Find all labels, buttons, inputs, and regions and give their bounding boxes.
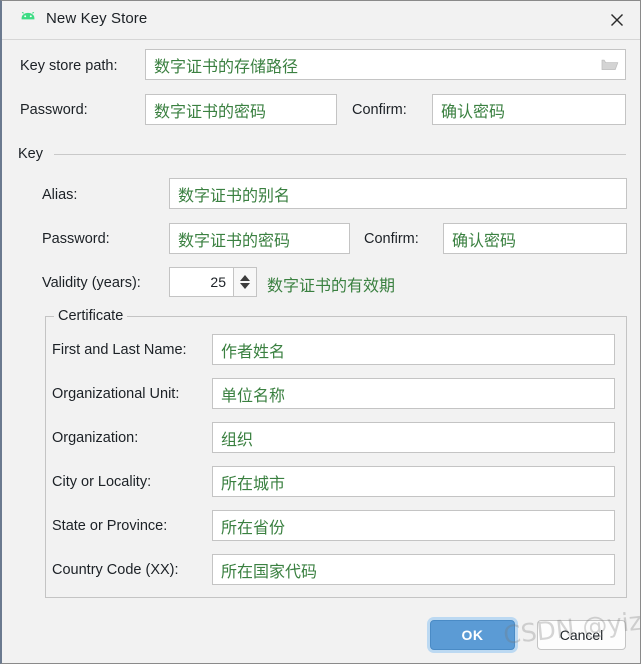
- close-icon[interactable]: [594, 1, 640, 39]
- cancel-button[interactable]: Cancel: [537, 620, 626, 650]
- key-confirm-input[interactable]: 确认密码: [443, 223, 627, 254]
- certificate-group-title: Certificate: [54, 308, 128, 324]
- key-password-value: 数字证书的密码: [178, 232, 291, 250]
- key-store-path-input[interactable]: 数字证书的存储路径: [145, 49, 626, 80]
- folder-icon[interactable]: [599, 55, 621, 75]
- key-password-label: Password:: [42, 231, 110, 247]
- cert-city-locality-label: City or Locality:: [52, 474, 152, 490]
- cert-city-locality-value: 所在城市: [221, 475, 286, 493]
- chevron-down-icon[interactable]: [240, 283, 250, 289]
- key-password-input[interactable]: 数字证书的密码: [169, 223, 350, 254]
- validity-label: Validity (years):: [42, 275, 141, 291]
- new-key-store-dialog: New Key Store Key store path: 数字证书的存储路径 …: [0, 0, 641, 664]
- cert-country-code-label: Country Code (XX):: [52, 562, 179, 578]
- key-store-confirm-label: Confirm:: [352, 102, 407, 118]
- key-alias-label: Alias:: [42, 187, 78, 203]
- title-bar: New Key Store: [2, 1, 640, 40]
- key-alias-input[interactable]: 数字证书的别名: [169, 178, 627, 209]
- cert-country-code-input[interactable]: 所在国家代码: [212, 554, 615, 585]
- cert-first-last-name-input[interactable]: 作者姓名: [212, 334, 615, 365]
- cert-state-province-value: 所在省份: [221, 519, 286, 537]
- validity-spinner-arrows[interactable]: [233, 268, 256, 296]
- key-store-path-value: 数字证书的存储路径: [154, 58, 299, 76]
- key-store-confirm-input[interactable]: 确认密码: [432, 94, 626, 125]
- cert-first-last-name-value: 作者姓名: [221, 343, 286, 361]
- chevron-up-icon[interactable]: [240, 275, 250, 281]
- key-confirm-value: 确认密码: [452, 232, 517, 250]
- cert-organizational-unit-input[interactable]: 单位名称: [212, 378, 615, 409]
- window-title: New Key Store: [46, 10, 148, 27]
- ok-button[interactable]: OK: [430, 620, 515, 650]
- cert-state-province-label: State or Province:: [52, 518, 168, 534]
- key-store-password-input[interactable]: 数字证书的密码: [145, 94, 337, 125]
- validity-stepper[interactable]: 25: [169, 267, 257, 297]
- cert-organization-value: 组织: [221, 431, 254, 449]
- cert-organization-label: Organization:: [52, 430, 139, 446]
- key-store-confirm-value: 确认密码: [441, 103, 506, 121]
- cert-organization-input[interactable]: 组织: [212, 422, 615, 453]
- cert-organizational-unit-value: 单位名称: [221, 387, 286, 405]
- cert-city-locality-input[interactable]: 所在城市: [212, 466, 615, 497]
- key-store-password-value: 数字证书的密码: [154, 103, 267, 121]
- validity-hint: 数字证书的有效期: [267, 278, 396, 295]
- cert-first-last-name-label: First and Last Name:: [52, 342, 187, 358]
- key-confirm-label: Confirm:: [364, 231, 419, 247]
- key-store-path-label: Key store path:: [20, 58, 118, 74]
- cert-country-code-value: 所在国家代码: [221, 563, 318, 581]
- android-robot-icon: [18, 10, 38, 28]
- key-section-title: Key: [18, 146, 43, 162]
- validity-value: 25: [210, 274, 226, 290]
- cert-state-province-input[interactable]: 所在省份: [212, 510, 615, 541]
- key-store-password-label: Password:: [20, 102, 88, 118]
- cert-organizational-unit-label: Organizational Unit:: [52, 386, 180, 402]
- key-section-divider: [54, 154, 626, 155]
- key-alias-value: 数字证书的别名: [178, 187, 291, 205]
